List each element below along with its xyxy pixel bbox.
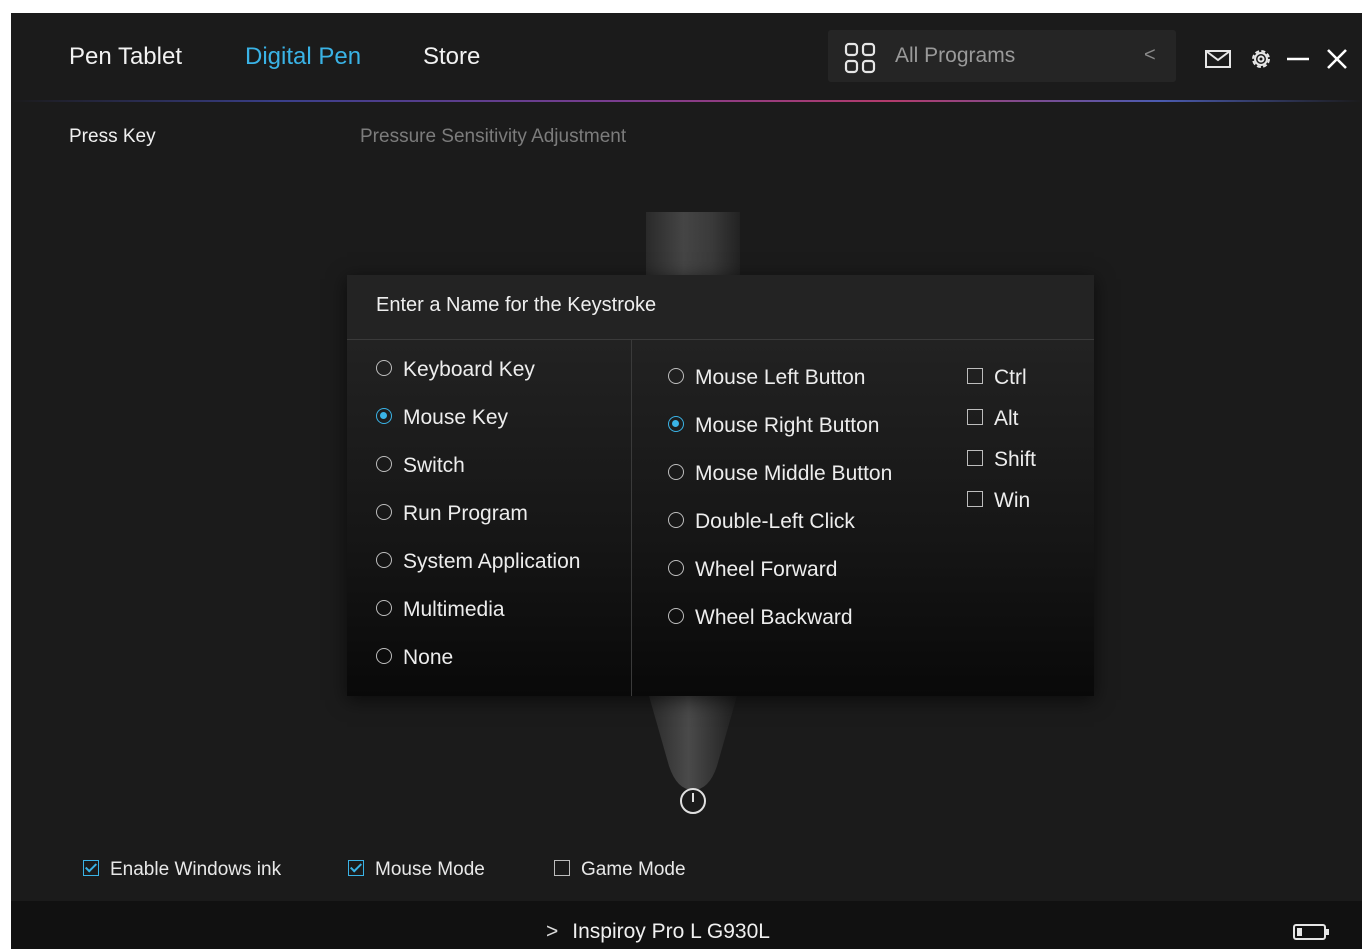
mouse-option-right-button[interactable]: Mouse Right Button (668, 414, 879, 438)
key-type-keyboard-key[interactable]: Keyboard Key (376, 358, 535, 382)
option-label: Mouse Left Button (695, 366, 866, 389)
option-label: Multimedia (403, 598, 505, 621)
option-label: Run Program (403, 502, 528, 525)
radio-button[interactable] (376, 504, 392, 521)
key-type-multimedia[interactable]: Multimedia (376, 598, 505, 622)
dialog-header: Enter a Name for the Keystroke (347, 275, 1094, 340)
tab-pen-tablet[interactable]: Pen Tablet (69, 43, 182, 71)
subtab-press-key[interactable]: Press Key (69, 126, 156, 148)
modifier-alt[interactable]: Alt (967, 407, 1019, 431)
checkbox[interactable] (967, 409, 983, 426)
subtab-pressure-sensitivity[interactable]: Pressure Sensitivity Adjustment (360, 126, 626, 148)
option-label: None (403, 646, 454, 669)
option-label: System Application (403, 550, 581, 573)
chevron-left-icon[interactable]: < (1144, 44, 1156, 67)
battery-icon (1293, 924, 1329, 940)
option-label: Wheel Forward (695, 558, 838, 581)
radio-button[interactable] (376, 600, 392, 617)
modifier-ctrl[interactable]: Ctrl (967, 366, 1027, 390)
program-selector-label: All Programs (895, 44, 1016, 67)
option-label: Mouse Mode (375, 859, 485, 880)
radio-button[interactable] (376, 552, 392, 569)
mouse-option-left-button[interactable]: Mouse Left Button (668, 366, 865, 390)
radio-button-selected[interactable] (668, 416, 684, 433)
option-label: Wheel Backward (695, 606, 853, 629)
checkbox[interactable] (967, 368, 983, 385)
mouse-option-wheel-forward[interactable]: Wheel Forward (668, 558, 837, 582)
checkbox[interactable] (554, 859, 570, 876)
modifier-win[interactable]: Win (967, 489, 1030, 513)
device-selector[interactable]: > Inspiroy Pro L G930L (546, 920, 770, 944)
option-label: Keyboard Key (403, 358, 535, 381)
option-label: Mouse Middle Button (695, 462, 893, 485)
mouse-option-middle-button[interactable]: Mouse Middle Button (668, 462, 892, 486)
radio-button[interactable] (668, 512, 684, 529)
enable-windows-ink-option[interactable]: Enable Windows ink (83, 859, 281, 881)
key-type-none[interactable]: None (376, 646, 453, 670)
radio-button-selected[interactable] (376, 408, 392, 425)
status-bar: > Inspiroy Pro L G930L (11, 901, 1362, 949)
checkbox-checked[interactable] (348, 859, 364, 876)
key-type-switch[interactable]: Switch (376, 454, 465, 478)
header-divider (11, 100, 1362, 102)
checkbox-checked[interactable] (83, 859, 99, 876)
radio-button[interactable] (376, 456, 392, 473)
chevron-right-icon: > (546, 920, 559, 943)
app-window: Pen Tablet Digital Pen Store All Program… (11, 13, 1362, 949)
dialog-body: Keyboard Key Mouse Key Switch Run Progra… (347, 340, 1094, 696)
tab-digital-pen[interactable]: Digital Pen (245, 43, 361, 71)
mouse-option-wheel-backward[interactable]: Wheel Backward (668, 606, 853, 630)
key-type-system-application[interactable]: System Application (376, 550, 580, 574)
tab-store[interactable]: Store (423, 43, 480, 71)
option-label: Alt (994, 407, 1019, 430)
apps-grid-icon (844, 42, 876, 74)
checkbox[interactable] (967, 450, 983, 467)
radio-button[interactable] (668, 464, 684, 481)
option-label: Enable Windows ink (110, 859, 282, 880)
column-divider (631, 340, 632, 696)
checkbox[interactable] (967, 491, 983, 508)
keystroke-dialog: Enter a Name for the Keystroke Keyboard … (347, 275, 1094, 696)
option-label: Mouse Key (403, 406, 509, 429)
program-selector[interactable]: All Programs < (828, 30, 1176, 82)
option-label: Switch (403, 454, 465, 477)
radio-button[interactable] (376, 360, 392, 377)
mail-icon[interactable] (1204, 45, 1232, 73)
game-mode-option[interactable]: Game Mode (554, 859, 686, 881)
radio-button[interactable] (668, 560, 684, 577)
minimize-icon[interactable] (1284, 45, 1312, 73)
radio-button[interactable] (376, 648, 392, 665)
modifier-shift[interactable]: Shift (967, 448, 1036, 472)
key-type-mouse-key[interactable]: Mouse Key (376, 406, 508, 430)
gear-icon[interactable] (1247, 45, 1275, 73)
radio-button[interactable] (668, 608, 684, 625)
mouse-option-double-left-click[interactable]: Double-Left Click (668, 510, 855, 534)
dialog-title: Enter a Name for the Keystroke (376, 294, 657, 316)
key-type-run-program[interactable]: Run Program (376, 502, 528, 526)
option-label: Mouse Right Button (695, 414, 880, 437)
device-name: Inspiroy Pro L G930L (572, 920, 770, 943)
option-label: Win (994, 489, 1031, 512)
option-label: Double-Left Click (695, 510, 855, 533)
option-label: Shift (994, 448, 1037, 471)
radio-button[interactable] (668, 368, 684, 385)
mouse-mode-option[interactable]: Mouse Mode (348, 859, 485, 881)
pen-illustration-top (646, 212, 740, 282)
top-bar: Pen Tablet Digital Pen Store All Program… (11, 13, 1362, 101)
close-icon[interactable] (1323, 45, 1351, 73)
option-label: Game Mode (581, 859, 686, 880)
option-label: Ctrl (994, 366, 1027, 389)
pen-illustration-tip (649, 696, 737, 814)
